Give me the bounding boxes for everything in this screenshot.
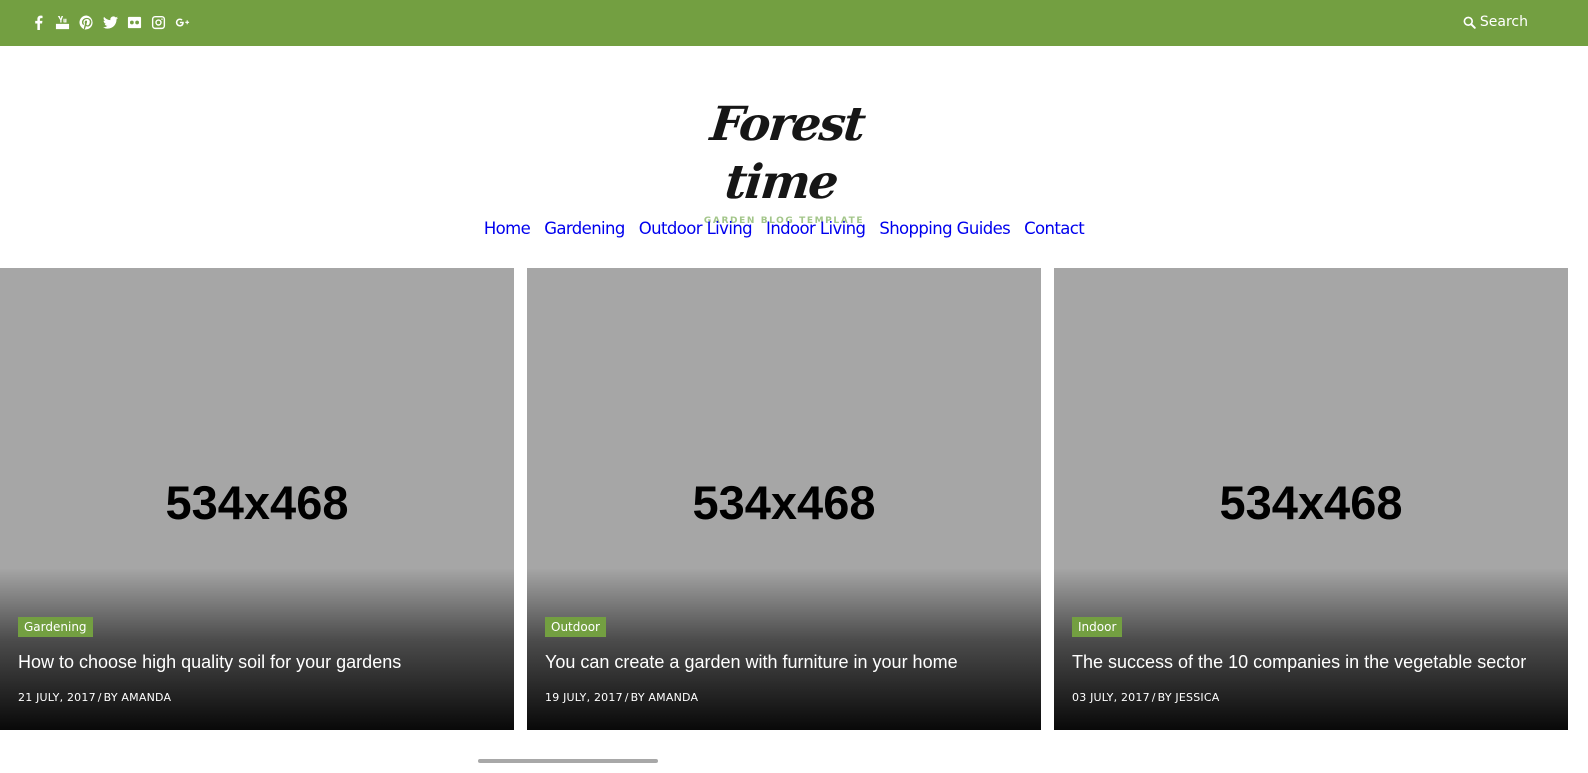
category-badge[interactable]: Outdoor (545, 617, 606, 637)
meta-separator: / (1151, 691, 1156, 704)
post-author[interactable]: BY AMANDA (631, 691, 699, 704)
featured-post-card[interactable]: 534x468 Outdoor You can create a garden … (527, 268, 1041, 730)
image-placeholder: 534x468 (165, 476, 349, 529)
nav-item-indoor-living[interactable]: Indoor Living (766, 216, 866, 242)
post-title[interactable]: The success of the 10 companies in the v… (1072, 650, 1568, 674)
facebook-icon[interactable] (30, 12, 47, 32)
meta-separator: / (624, 691, 629, 704)
search-label: Search (1479, 14, 1528, 30)
logo-wordmark: Forest time (707, 97, 867, 210)
pinterest-icon[interactable] (78, 12, 95, 32)
nav-item-home[interactable]: Home (484, 216, 531, 242)
post-meta: 19 JULY, 2017/BY AMANDA (545, 690, 698, 706)
post-date: 03 JULY, 2017 (1072, 691, 1150, 704)
nav-item-contact[interactable]: Contact (1024, 216, 1085, 242)
category-badge[interactable]: Gardening (18, 617, 93, 637)
google-plus-icon[interactable] (174, 12, 191, 32)
featured-post-card[interactable]: 534x468 Gardening How to choose high qua… (0, 268, 514, 730)
post-title[interactable]: How to choose high quality soil for your… (18, 650, 514, 674)
instagram-icon[interactable] (150, 12, 167, 32)
flickr-icon[interactable] (126, 12, 143, 32)
main-navigation: Home Gardening Outdoor Living Indoor Liv… (0, 216, 1568, 242)
nav-item-gardening[interactable]: Gardening (544, 216, 625, 242)
post-meta: 03 JULY, 2017/BY JESSICA (1072, 690, 1219, 706)
post-author[interactable]: BY JESSICA (1158, 691, 1220, 704)
post-date: 21 JULY, 2017 (18, 691, 96, 704)
meta-separator: / (97, 691, 102, 704)
nav-item-outdoor-living[interactable]: Outdoor Living (639, 216, 753, 242)
nav-item-shopping-guides[interactable]: Shopping Guides (879, 216, 1010, 242)
post-meta: 21 JULY, 2017/BY AMANDA (18, 690, 171, 706)
image-placeholder: 534x468 (692, 476, 876, 529)
carousel-scrollbar[interactable] (478, 759, 658, 763)
site-logo[interactable]: Forest time GARDEN BLOG TEMPLATE (664, 96, 904, 226)
youtube-icon[interactable] (54, 12, 71, 32)
featured-post-card[interactable]: 534x468 Indoor The success of the 10 com… (1054, 268, 1568, 730)
category-badge[interactable]: Indoor (1072, 617, 1123, 637)
post-author[interactable]: BY AMANDA (104, 691, 172, 704)
image-placeholder: 534x468 (1219, 476, 1403, 529)
search-icon (1463, 16, 1476, 29)
twitter-icon[interactable] (102, 12, 119, 32)
search-button[interactable]: Search (1463, 12, 1528, 32)
post-title[interactable]: You can create a garden with furniture i… (545, 650, 1041, 674)
top-bar: Search (0, 0, 1588, 46)
social-links (30, 12, 191, 32)
post-date: 19 JULY, 2017 (545, 691, 623, 704)
